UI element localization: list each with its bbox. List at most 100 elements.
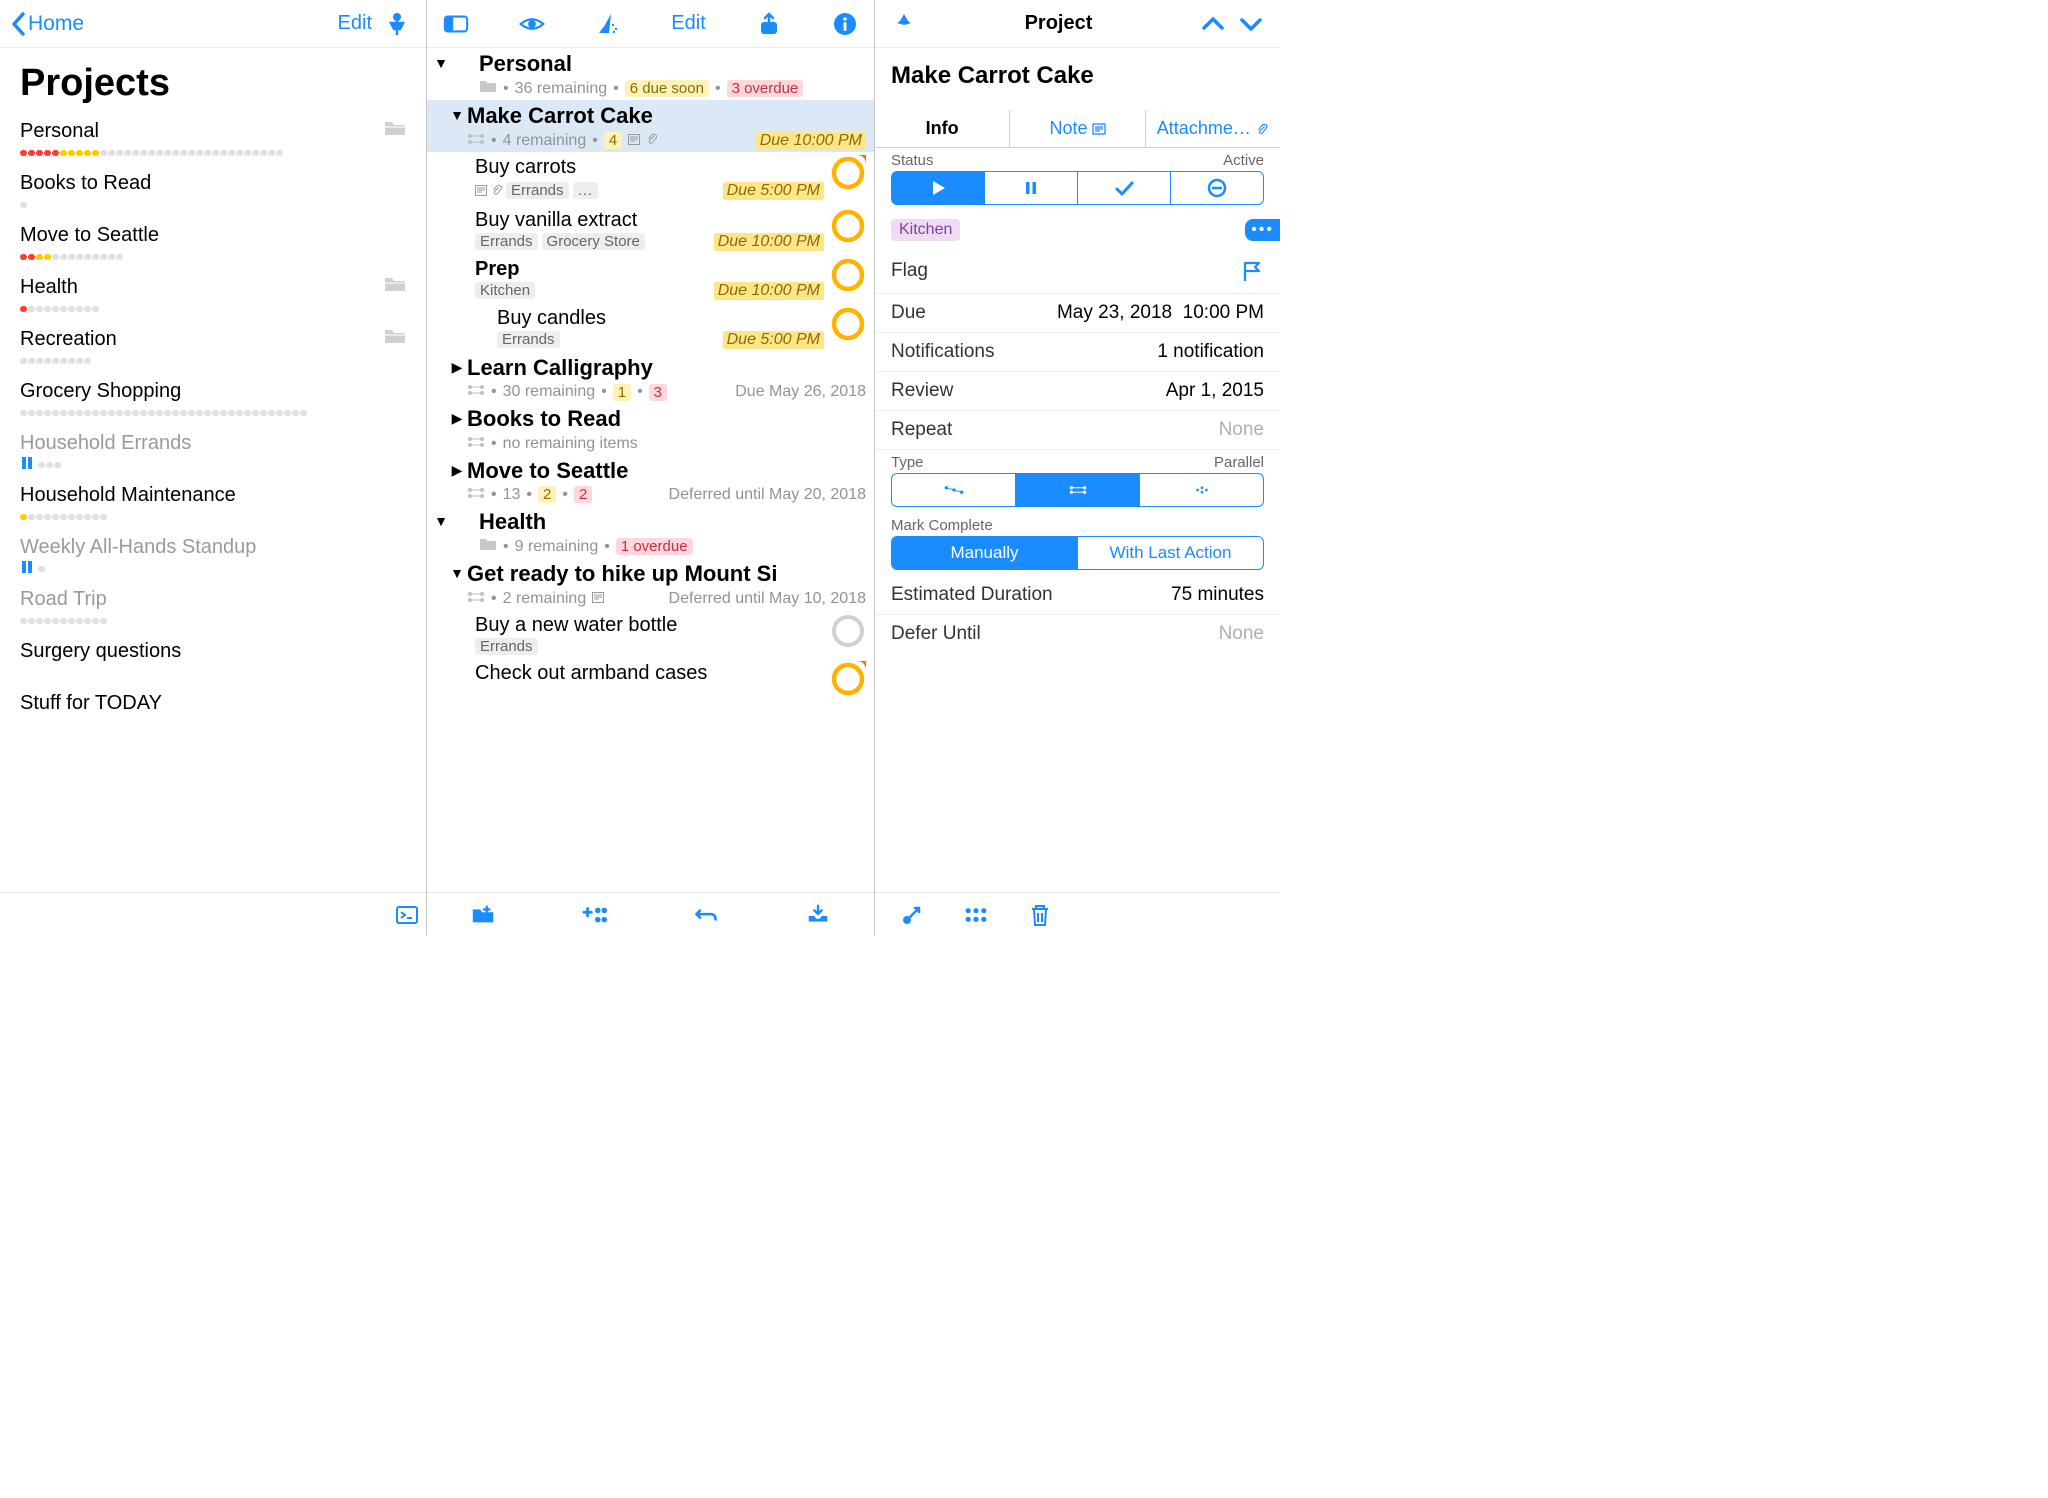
group-header[interactable]: ▼ Personal • 36 remaining • 6 due soon •… [427,48,874,100]
pin-button[interactable] [885,7,923,41]
sidebar-project-item[interactable]: Surgery questions [0,633,426,685]
tab-note[interactable]: Note [1009,110,1144,147]
tags-more-button[interactable]: ••• [1245,219,1280,241]
cleanup-button[interactable] [589,7,627,41]
new-folder-button[interactable] [464,898,502,932]
task-row[interactable]: Check out armband cases [427,658,874,700]
sidebar-project-item[interactable]: Road Trip [0,581,426,633]
type-single-button[interactable] [1139,474,1263,506]
paperclip-icon [491,180,502,202]
due-row[interactable]: DueMay 23, 2018 10:00 PM [875,294,1280,333]
project-header[interactable]: ▼ Get ready to hike up Mount Si • 2 rema… [427,558,874,609]
sidebar-bottombar [0,892,426,936]
checkbox-circle[interactable] [830,257,866,293]
parallel-icon [467,486,485,504]
folder-icon [384,327,406,351]
progress-dots [38,566,45,573]
inspector-title: Project [923,12,1194,35]
inbox-button[interactable] [799,898,837,932]
project-name: Stuff for TODAY [20,691,162,715]
move-button[interactable] [957,898,995,932]
disclosure-icon: ▶ [447,406,467,427]
prev-button[interactable] [1194,7,1232,41]
status-active-button[interactable] [892,172,984,204]
share-button[interactable] [750,7,788,41]
sidebar-project-item[interactable]: Books to Read [0,165,426,217]
sidebar-project-item[interactable]: Move to Seattle [0,217,426,269]
checkbox-circle[interactable] [830,306,866,342]
checkbox-circle[interactable] [830,661,866,697]
outline-panel: Edit ▼ Personal • 36 remaining • 6 due s… [427,0,875,936]
delete-button[interactable] [1021,898,1059,932]
mark-lastaction-button[interactable]: With Last Action [1077,537,1263,569]
checkbox-circle[interactable] [830,613,866,649]
due-text: Due May 26, 2018 [735,383,866,401]
sidebar-toggle-button[interactable] [437,7,475,41]
type-parallel-button[interactable] [1015,474,1139,506]
duration-row[interactable]: Estimated Duration75 minutes [875,576,1280,615]
info-button[interactable] [826,7,864,41]
checkbox-circle[interactable] [830,155,866,191]
defer-row[interactable]: Defer UntilNone [875,615,1280,653]
pin-button[interactable] [378,7,416,41]
sidebar-project-item[interactable]: Grocery Shopping [0,373,426,425]
type-sequential-button[interactable] [892,474,1015,506]
inspector-panel: Project Make Carrot Cake Info Note Attac… [875,0,1280,936]
undo-button[interactable] [687,898,725,932]
tag: Errands [497,331,560,348]
task-title: Prep [475,257,824,281]
sidebar-project-item[interactable]: Household Errands [0,425,426,477]
disclosure-icon: ▼ [431,51,451,71]
project-name: Household Maintenance [20,483,236,507]
task-row[interactable]: Buy vanilla extract Errands Grocery Stor… [427,205,874,254]
status-done-button[interactable] [1077,172,1170,204]
disclosure-icon: ▼ [447,103,467,123]
project-header[interactable]: ▶ Books to Read • no remaining items [427,403,874,454]
task-row[interactable]: Buy a new water bottle Errands [427,610,874,658]
notifications-row[interactable]: Notifications1 notification [875,333,1280,372]
edit-button[interactable]: Edit [665,8,711,39]
sidebar-project-item[interactable]: Health [0,269,426,321]
convert-button[interactable] [893,898,931,932]
status-dropped-button[interactable] [1170,172,1263,204]
type-segment [891,473,1264,507]
repeat-row[interactable]: RepeatNone [875,411,1280,450]
review-row[interactable]: ReviewApr 1, 2015 [875,372,1280,411]
tag-kitchen[interactable]: Kitchen [891,219,960,241]
sidebar-project-item[interactable]: Household Maintenance [0,477,426,529]
edit-button[interactable]: Edit [332,8,378,39]
flag-row[interactable]: Flag [875,249,1280,294]
back-button[interactable]: Home [10,11,84,37]
group-header[interactable]: ▼ Health • 9 remaining • 1 overdue [427,506,874,558]
mark-manually-button[interactable]: Manually [892,537,1077,569]
task-row[interactable]: Buy candles ErrandsDue 5:00 PM [427,303,874,352]
tag: Errands [475,233,538,250]
project-header[interactable]: ▶ Learn Calligraphy • 30 remaining • 1 •… [427,352,874,403]
tab-info[interactable]: Info [875,110,1009,147]
note-icon [592,590,604,608]
disclosure-icon: ▶ [447,458,467,479]
project-name: Books to Read [20,171,151,195]
task-row[interactable]: Buy carrots Errands …Due 5:00 PM [427,152,874,205]
checkbox-circle[interactable] [830,208,866,244]
sidebar-project-item[interactable]: Recreation [0,321,426,373]
chevron-up-icon [1200,11,1226,37]
task-row[interactable]: Prep KitchenDue 10:00 PM [427,254,874,303]
progress-dots [20,514,107,521]
new-item-button[interactable] [576,898,614,932]
console-button[interactable] [388,898,426,932]
sidebar-project-item[interactable]: Weekly All-Hands Standup [0,529,426,581]
eye-icon [519,11,545,37]
project-header[interactable]: ▶ Move to Seattle • 13 • 2 • 2Deferred u… [427,455,874,506]
next-button[interactable] [1232,7,1270,41]
parallel-icon [1067,480,1089,500]
sidebar-project-item[interactable]: Personal [0,113,426,165]
project-header[interactable]: ▼ Make Carrot Cake • 4 remaining • 4 Due… [427,100,874,151]
tags-row[interactable]: Kitchen ••• [875,211,1280,249]
project-name: Household Errands [20,431,191,455]
sidebar-project-item[interactable]: Stuff for TODAY [0,685,426,737]
view-button[interactable] [513,7,551,41]
inspector-toolbar: Project [875,0,1280,48]
status-onhold-button[interactable] [984,172,1077,204]
tab-attachments[interactable]: Attachme… [1145,110,1280,147]
